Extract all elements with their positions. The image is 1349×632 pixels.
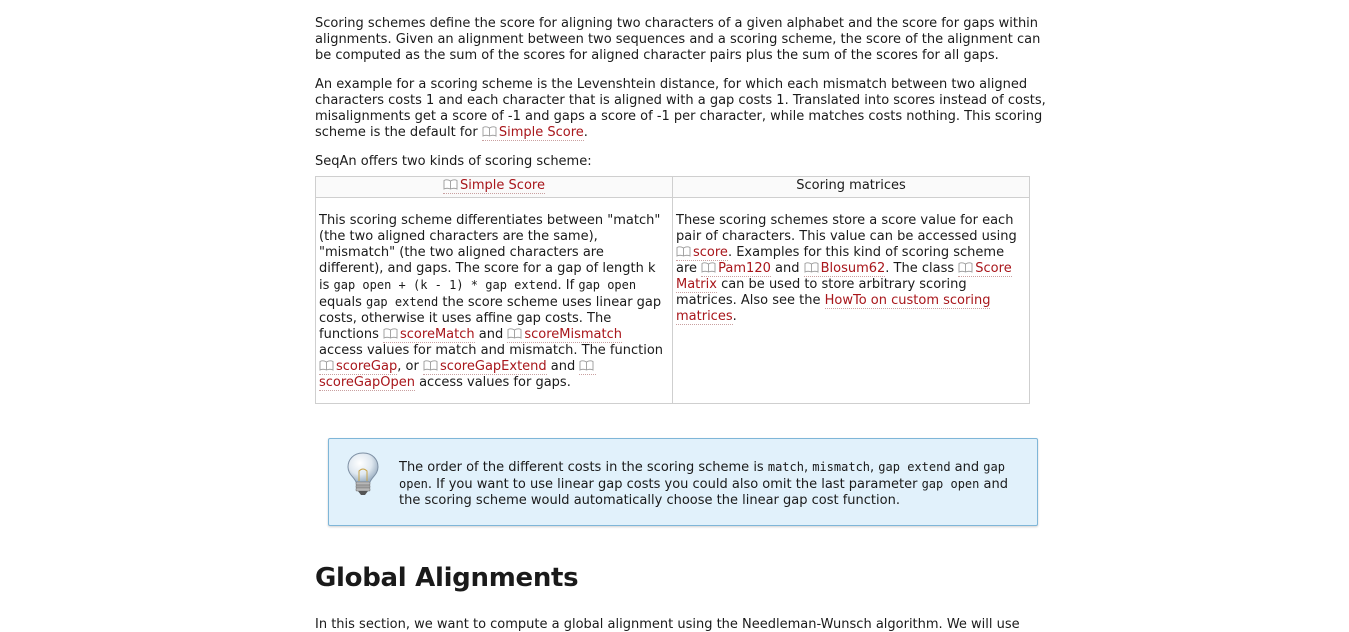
intro-paragraph-2-end: . <box>583 125 588 140</box>
score-gap-extend-label: scoreGapExtend <box>439 359 547 374</box>
text-fragment: . <box>732 309 737 324</box>
score-mismatch-link[interactable]: scoreMismatch <box>507 327 623 343</box>
main-content: Scoring schemes define the score for ali… <box>315 16 1055 404</box>
text-fragment: and <box>950 460 984 475</box>
book-icon <box>507 328 522 339</box>
blosum62-link[interactable]: Blosum62 <box>803 261 886 277</box>
text-fragment: and <box>770 261 804 276</box>
intro-paragraph-3: SeqAn offers two kinds of scoring scheme… <box>315 154 592 169</box>
code-fragment: gap open <box>921 477 980 491</box>
header-simple-score-label: Simple Score <box>460 178 545 193</box>
text-fragment: and <box>474 327 508 342</box>
table-header-row: Simple Score Scoring matrices <box>315 176 1030 198</box>
lightbulb-icon <box>347 452 379 495</box>
simple-score-link-label: Simple Score <box>498 125 584 140</box>
table-header-simple-score: Simple Score <box>315 176 673 198</box>
book-icon <box>804 262 819 273</box>
score-gap-link[interactable]: scoreGap <box>319 359 398 375</box>
code-fragment: gap open + (k - 1) * gap extend <box>333 278 558 292</box>
text-fragment: equals <box>319 295 366 310</box>
score-gap-label: scoreGap <box>336 359 398 374</box>
book-icon <box>423 360 438 371</box>
intro-paragraph-2-text: An example for a scoring scheme is the L… <box>315 77 1046 140</box>
book-icon <box>579 360 594 371</box>
score-match-link[interactable]: scoreMatch <box>383 327 475 343</box>
simple-score-link[interactable]: Simple Score <box>481 125 584 141</box>
score-label: score <box>693 245 728 260</box>
section-intro-text: In this section, we want to compute a gl… <box>315 617 1020 632</box>
code-fragment: gap open <box>578 278 637 292</box>
score-gap-extend-link[interactable]: scoreGapExtend <box>422 359 547 375</box>
score-match-label: scoreMatch <box>400 327 475 342</box>
code-fragment: match <box>767 460 804 474</box>
intro-paragraph-2: An example for a scoring scheme is the L… <box>315 77 1055 141</box>
table-row: This scoring scheme differentiates betwe… <box>315 197 1030 404</box>
code-fragment: gap extend <box>365 295 439 309</box>
book-icon <box>676 246 691 257</box>
intro-paragraph-1: Scoring schemes define the score for ali… <box>315 16 1041 63</box>
book-icon <box>443 179 458 190</box>
text-fragment: . If <box>557 278 579 293</box>
text-fragment: . If you want to use linear gap costs yo… <box>427 477 922 492</box>
book-icon <box>958 262 973 273</box>
text-fragment: , or <box>397 359 423 374</box>
simple-score-description: This scoring scheme differentiates betwe… <box>315 197 673 404</box>
tip-box: The order of the different costs in the … <box>328 438 1038 526</box>
code-fragment: mismatch <box>812 460 871 474</box>
book-icon <box>482 126 497 137</box>
blosum62-label: Blosum62 <box>820 261 886 276</box>
text-fragment: . The class <box>885 261 959 276</box>
text-fragment: access values for gaps. <box>414 375 571 390</box>
pam120-link[interactable]: Pam120 <box>701 261 771 277</box>
score-mismatch-label: scoreMismatch <box>524 327 623 342</box>
scoring-matrices-description: These scoring schemes store a score valu… <box>672 197 1030 404</box>
text-fragment: These scoring schemes store a score valu… <box>676 213 1017 244</box>
table-header-scoring-matrices: Scoring matrices <box>672 176 1030 198</box>
text-fragment: , <box>803 460 813 475</box>
score-link[interactable]: score <box>676 245 728 261</box>
score-gap-open-label: scoreGapOpen <box>319 375 415 390</box>
book-icon <box>383 328 398 339</box>
pam120-label: Pam120 <box>718 261 771 276</box>
section-heading-global-alignments: Global Alignments <box>315 563 579 593</box>
code-fragment: gap extend <box>878 460 951 474</box>
book-icon <box>319 360 334 371</box>
book-icon <box>701 262 716 273</box>
text-fragment: The order of the different costs in the … <box>399 460 768 475</box>
text-fragment: and <box>546 359 580 374</box>
text-fragment: access values for match and mismatch. Th… <box>319 343 664 358</box>
scoring-schemes-table: Simple Score Scoring matrices This scori… <box>315 176 1030 404</box>
tip-text: The order of the different costs in the … <box>399 459 1024 509</box>
header-simple-score-link[interactable]: Simple Score <box>443 178 545 194</box>
